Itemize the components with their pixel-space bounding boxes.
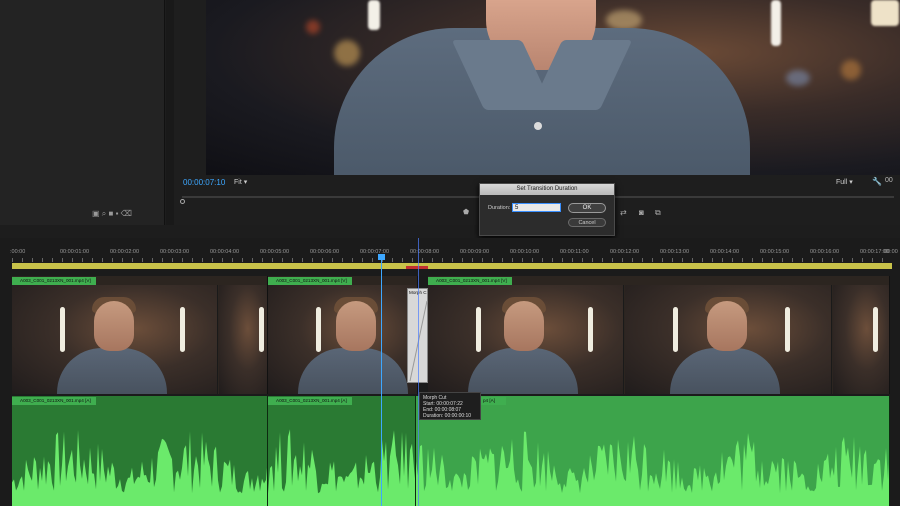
wrench-icon[interactable]: 🔧 bbox=[872, 177, 882, 186]
clip-label: A003_C001_0213XN_001.mp4 [V] bbox=[268, 277, 352, 285]
clip-label: A003_C001_0213XN_001.mp4 [A] bbox=[12, 397, 96, 405]
duration-label: Duration: bbox=[488, 205, 511, 211]
search-icon[interactable]: ⌕ bbox=[102, 209, 106, 218]
ruler-tick-label: 00:00:09:00 bbox=[460, 249, 490, 255]
resolution-select[interactable]: Full ▾ bbox=[836, 178, 853, 186]
duration-input[interactable]: 5 bbox=[512, 203, 561, 212]
add-marker-icon[interactable]: ⬟ bbox=[463, 208, 469, 216]
ok-button[interactable]: OK bbox=[568, 203, 606, 213]
clip-label: p4 [A] bbox=[480, 397, 506, 405]
playhead-handle[interactable] bbox=[378, 254, 385, 260]
audio-clip[interactable]: A003_C001_0213XN_001.mp4 [A] bbox=[268, 396, 416, 506]
ruler-tick-label: 00:00:16:00 bbox=[810, 249, 840, 255]
comparison-view-icon[interactable]: ⧉ bbox=[655, 208, 661, 218]
video-clip[interactable]: A003_C001_0213XN_001.mp4 [V] bbox=[12, 276, 268, 394]
tooltip-duration: Duration: 00:00:00:10 bbox=[423, 413, 472, 419]
audio-waveform bbox=[12, 430, 267, 506]
ruler-tick-label: 00:00:08:00 bbox=[410, 249, 440, 255]
ruler-tick-label: 00:00:04:00 bbox=[210, 249, 240, 255]
audio-waveform bbox=[268, 429, 415, 506]
ruler-tick-label: 00:00:06:00 bbox=[310, 249, 340, 255]
audio-clip[interactable]: p4 [A] bbox=[416, 396, 890, 506]
new-bin-icon[interactable]: ■ bbox=[109, 209, 114, 218]
audio-clip[interactable]: A003_C001_0213XN_001.mp4 [A] bbox=[12, 396, 268, 506]
ruler-tick-label: 00:00 bbox=[884, 249, 898, 255]
trash-icon[interactable]: ⌫ bbox=[121, 209, 132, 218]
cancel-button[interactable]: Cancel bbox=[568, 218, 606, 227]
work-area-bar[interactable] bbox=[12, 263, 892, 269]
set-transition-duration-dialog: Set Transition Duration Duration: 5 OK C… bbox=[479, 183, 615, 236]
folder-icon[interactable]: ▣ bbox=[92, 209, 100, 218]
ruler-tick-label: 00:00:02:00 bbox=[110, 249, 140, 255]
zoom-select-value: Fit bbox=[234, 179, 242, 186]
waveform-path bbox=[416, 431, 889, 506]
chevron-down-icon: ▾ bbox=[849, 179, 853, 186]
render-bar-red bbox=[406, 266, 428, 269]
transition-tooltip: Morph Cut Start: 00:00:07:22 End: 00:00:… bbox=[419, 392, 481, 420]
ruler-ticks bbox=[12, 258, 892, 262]
export-frame-icon[interactable]: ⇄ bbox=[620, 208, 627, 217]
ruler-tick-label: 00:00:11:00 bbox=[560, 249, 589, 255]
ruler-tick-label: 00:00:14:00 bbox=[710, 249, 740, 255]
waveform-path bbox=[12, 430, 267, 506]
ruler-tick-label: 00:00:13:00 bbox=[660, 249, 690, 255]
playhead-line[interactable] bbox=[381, 260, 382, 506]
project-panel-toolbar: ▣ ⌕ ■ ▪ ⌫ bbox=[92, 209, 132, 219]
ruler-tick-label: 00:00:01:00 bbox=[60, 249, 90, 255]
ruler-tick-label: :00:00 bbox=[10, 249, 26, 255]
project-panel bbox=[0, 0, 165, 225]
ruler-tick-label: 00:00:10:00 bbox=[510, 249, 540, 255]
scrubber-handle[interactable] bbox=[180, 199, 185, 204]
playhead-timecode[interactable]: 00:00:07:10 bbox=[183, 178, 225, 187]
dialog-title: Set Transition Duration bbox=[480, 184, 614, 195]
resolution-select-value: Full bbox=[836, 179, 848, 186]
clip-label: A003_C001_0213XN_001.mp4 [V] bbox=[12, 277, 96, 285]
camera-icon[interactable]: ◙ bbox=[639, 208, 644, 217]
ruler-tick-label: 00:00:12:00 bbox=[610, 249, 640, 255]
zoom-select[interactable]: Fit ▾ bbox=[234, 178, 247, 186]
video-clip[interactable]: A003_C001_0213XN_001.mp4 [V] bbox=[428, 276, 890, 394]
waveform-path bbox=[268, 429, 415, 506]
clip-label: A003_C001_0213XN_001.mp4 [A] bbox=[268, 397, 352, 405]
panel-divider[interactable] bbox=[166, 0, 174, 225]
ruler-tick-label: 00:00:03:00 bbox=[160, 249, 190, 255]
edit-point-line bbox=[418, 238, 419, 506]
clip-label: A003_C001_0213XN_001.mp4 [V] bbox=[428, 277, 512, 285]
chevron-down-icon: ▾ bbox=[243, 179, 248, 186]
ruler-tick-label: 00:00:05:00 bbox=[260, 249, 290, 255]
video-clip[interactable]: A003_C001_0213XN_001.mp4 [V] bbox=[268, 276, 418, 394]
ruler-tick-label: 00:00:15:00 bbox=[760, 249, 790, 255]
audio-waveform bbox=[416, 431, 889, 506]
new-item-icon[interactable]: ▪ bbox=[116, 209, 119, 218]
video-track-v1: A003_C001_0213XN_001.mp4 [V] A003_C001_0… bbox=[12, 276, 890, 394]
timecode-end-stub: 00 bbox=[885, 177, 893, 184]
monitor-video-frame bbox=[206, 0, 900, 175]
